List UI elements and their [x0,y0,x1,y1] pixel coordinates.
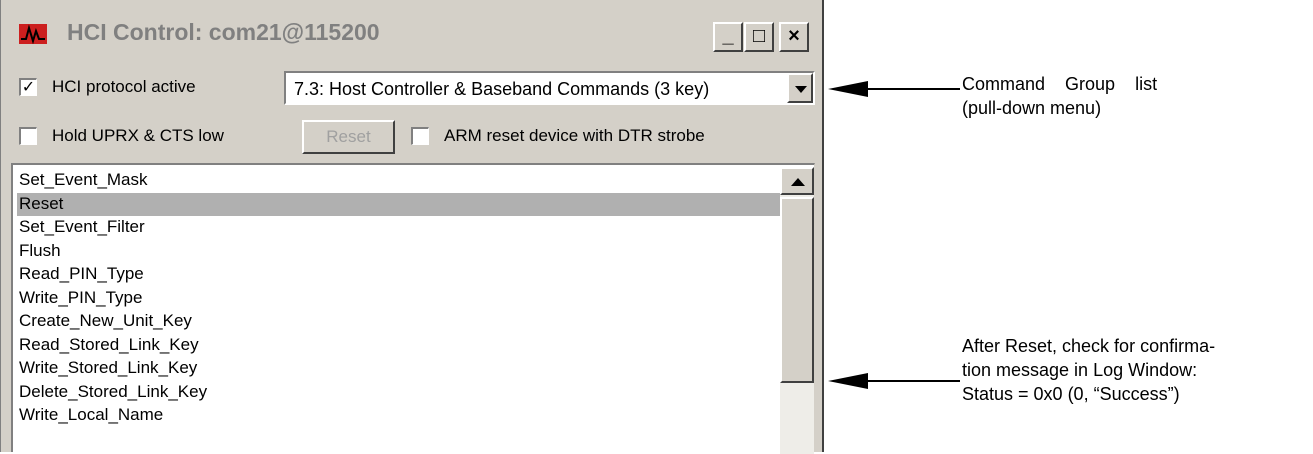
list-item[interactable]: Delete_Stored_Link_Key [17,381,785,405]
command-list-items: Set_Event_Mask Reset Set_Event_Filter Flush… [17,169,785,428]
hci-protocol-label: HCI protocol active [52,77,196,96]
annotation-reset-line1: After Reset, check for confirma- [962,336,1216,356]
command-list[interactable]: Set_Event_Mask Reset Set_Event_Filter Flush… [11,163,815,454]
list-item[interactable]: Read_Stored_Link_Key [17,334,785,358]
signal-wave-icon [19,24,47,44]
checkmark-icon: ✓ [21,79,36,96]
annotation-reset-line2: tion message in Log Window: [962,360,1198,380]
list-item[interactable]: Reset [17,192,785,216]
window-title: HCI Control: com21@115200 [67,19,380,45]
command-group-value: 7.3: Host Controller & Baseband Commands… [294,79,710,99]
arrow-line [866,380,960,382]
annotation-group-line1: Command Group list [962,74,1158,94]
reset-button[interactable]: Reset [302,120,395,154]
annotation-command-group: Command Group list (pull-down menu) [962,72,1212,120]
list-item[interactable]: Write_PIN_Type [17,287,785,311]
maximize-button[interactable]: □ [744,22,774,52]
arrow-left-icon [828,373,868,389]
annotation-group-line2: (pull-down menu) [962,98,1102,118]
hci-control-window: HCI Control: com21@115200 _ □ × ✓ HCI pr… [0,0,824,454]
list-item[interactable]: Write_Local_Name [17,404,785,428]
scroll-up-icon [791,178,805,186]
command-group-select[interactable]: 7.3: Host Controller & Baseband Commands… [284,71,815,105]
list-item[interactable]: Set_Event_Mask [17,169,785,193]
arrow-left-icon [828,81,868,97]
hold-uprx-label: Hold UPRX & CTS low [52,126,224,145]
arm-reset-label: ARM reset device with DTR strobe [444,126,705,145]
list-item[interactable]: Write_Stored_Link_Key [17,357,785,381]
arm-reset-checkbox[interactable] [411,127,429,145]
list-item[interactable]: Read_PIN_Type [17,263,785,287]
list-item[interactable]: Create_New_Unit_Key [17,310,785,334]
title-bar[interactable]: HCI Control: com21@115200 _ □ × [7,4,817,56]
hold-uprx-checkbox[interactable] [19,127,37,145]
close-button[interactable]: × [779,22,809,52]
list-item[interactable]: Set_Event_Filter [17,216,785,240]
minimize-button[interactable]: _ [713,22,743,52]
arrow-line [866,88,960,90]
annotation-reset-line3: Status = 0x0 (0, “Success”) [962,384,1180,404]
list-item[interactable]: Flush [17,240,785,264]
chevron-down-icon [795,86,807,93]
hci-protocol-checkbox[interactable]: ✓ [19,78,37,96]
annotation-reset: After Reset, check for confirma- tion me… [962,334,1307,406]
scrollbar-thumb[interactable] [780,197,814,383]
dropdown-button[interactable] [787,73,813,103]
scroll-up-button[interactable] [780,167,814,195]
vertical-scrollbar[interactable] [780,167,814,454]
